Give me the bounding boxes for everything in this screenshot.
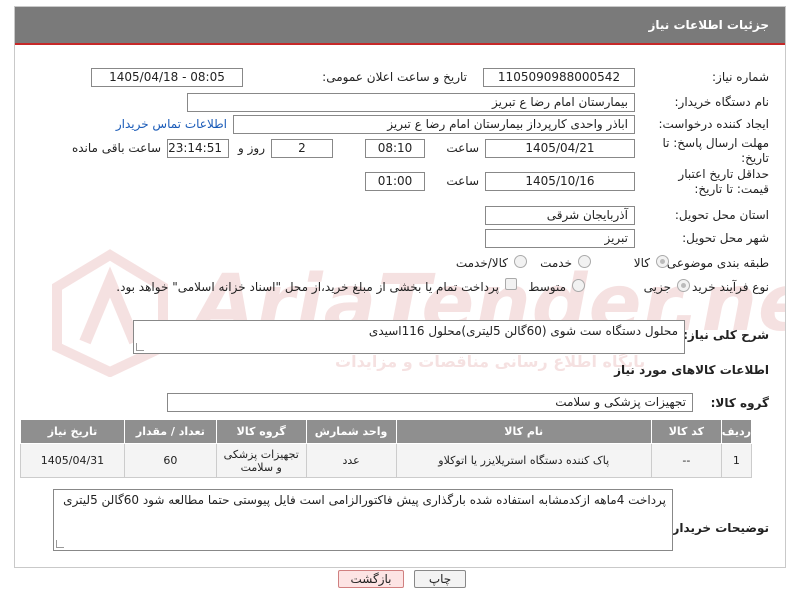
creator-field: اباذر واحدی کارپرداز بیمارستان امام رضا … xyxy=(233,115,635,134)
days-label: روز و xyxy=(238,141,265,155)
process-radio-medium[interactable] xyxy=(572,279,585,292)
cell-code: -- xyxy=(650,443,722,478)
announce-label: تاریخ و ساعت اعلان عمومی: xyxy=(322,70,467,84)
buyer-org-field: بیمارستان امام رضا ع تبریز xyxy=(187,93,635,112)
resize-handle-icon[interactable] xyxy=(56,540,64,548)
buyer-notes-text: پرداخت 4ماهه ازکدمشابه استفاده شده بارگذ… xyxy=(63,493,666,507)
col-code: کد کالا xyxy=(650,419,722,444)
col-date: تاریخ نیاز xyxy=(20,419,125,444)
days-remaining-field: 2 xyxy=(271,139,333,158)
cell-group: تجهیزات پزشکی و سلامت xyxy=(215,443,307,478)
goods-table-header: ردیف کد کالا نام کالا واحد شمارش گروه کا… xyxy=(20,419,753,444)
buyer-contact-link[interactable]: اطلاعات تماس خریدار xyxy=(116,117,227,131)
col-name: نام کالا xyxy=(395,419,652,444)
category-radio-service[interactable] xyxy=(578,255,591,268)
watermark: AriaTender.neT پایگاه اطلاع رسانی مناقصا… xyxy=(35,247,785,387)
treasury-payment-checkbox[interactable] xyxy=(505,278,517,290)
table-row: 1 -- پاک کننده دستگاه استریلایزر یا اتوک… xyxy=(20,443,753,478)
buyer-org-label: نام دستگاه خریدار: xyxy=(674,95,770,109)
summary-field: محلول دستگاه ست شوی (60گالن 5لیتری)محلول… xyxy=(133,320,685,354)
deadline-time-label: ساعت xyxy=(446,141,479,155)
category-radio-goods-service[interactable] xyxy=(514,255,527,268)
remaining-time-field: 23:14:51 xyxy=(167,139,229,158)
need-number-label: شماره نیاز: xyxy=(712,70,769,84)
goods-group-field: تجهیزات پزشکی و سلامت xyxy=(167,393,693,412)
category-radio-goods[interactable] xyxy=(656,255,669,268)
cell-row: 1 xyxy=(720,443,753,478)
process-label: نوع فرآیند خرید : xyxy=(684,280,769,294)
category-label: طبقه بندی موضوعی: xyxy=(662,256,769,270)
cell-name: پاک کننده دستگاه استریلایزر یا اتوکلاو xyxy=(395,443,652,478)
city-label: شهر محل تحویل: xyxy=(682,231,769,245)
watermark-subtext: پایگاه اطلاع رسانی مناقصات و مزایدات xyxy=(335,352,646,371)
goods-info-title: اطلاعات کالاهای مورد نیاز xyxy=(614,363,769,377)
summary-text: محلول دستگاه ست شوی (60گالن 5لیتری)محلول… xyxy=(368,324,678,338)
col-quantity: تعداد / مقدار xyxy=(123,419,217,444)
deadline-date-field: 1405/04/21 xyxy=(485,139,635,158)
remaining-time-label: ساعت باقی مانده xyxy=(71,141,161,155)
back-button[interactable]: بازگشت xyxy=(338,570,404,588)
panel-header: جزئیات اطلاعات نیاز xyxy=(15,7,785,45)
category-option-goods-service: کالا/خدمت xyxy=(455,256,508,270)
col-unit: واحد شمارش xyxy=(305,419,397,444)
watermark-logo-icon xyxy=(52,249,168,377)
goods-table: ردیف کد کالا نام کالا واحد شمارش گروه کا… xyxy=(20,419,753,478)
cell-date: 1405/04/31 xyxy=(20,443,125,478)
col-group: گروه کالا xyxy=(215,419,307,444)
price-validity-time-label: ساعت xyxy=(446,174,479,188)
creator-label: ایجاد کننده درخواست: xyxy=(658,117,769,131)
goods-group-label: گروه کالا: xyxy=(710,396,769,410)
province-label: استان محل تحویل: xyxy=(674,208,769,222)
treasury-payment-note: پرداخت تمام یا بخشی از مبلغ خرید،از محل … xyxy=(116,280,499,294)
category-option-goods: کالا xyxy=(633,256,650,270)
process-radio-minor[interactable] xyxy=(677,279,690,292)
details-panel: جزئیات اطلاعات نیاز AriaTender.neT پایگا… xyxy=(14,6,786,568)
category-option-service: خدمت xyxy=(540,256,572,270)
cell-quantity: 60 xyxy=(123,443,217,478)
deadline-time-field: 08:10 xyxy=(365,139,425,158)
summary-label: شرح کلی نیاز: xyxy=(683,328,769,342)
announce-datetime-field: 1405/04/18 - 08:05 xyxy=(91,68,243,87)
price-validity-date-field: 1405/10/16 xyxy=(485,172,635,191)
price-validity-label: حداقل تاریخ اعتبار قیمت: تا تاریخ: xyxy=(678,167,769,196)
price-validity-time-field: 01:00 xyxy=(365,172,425,191)
deadline-label: مهلت ارسال پاسخ: تا تاریخ: xyxy=(662,136,769,165)
panel-title: جزئیات اطلاعات نیاز xyxy=(648,18,769,32)
buyer-notes-field: پرداخت 4ماهه ازکدمشابه استفاده شده بارگذ… xyxy=(53,489,673,551)
need-number-field: 1105090988000542 xyxy=(483,68,635,87)
city-field: تبریز xyxy=(485,229,635,248)
process-option-medium: متوسط xyxy=(528,280,566,294)
cell-unit: عدد xyxy=(305,443,397,478)
resize-handle-icon[interactable] xyxy=(136,343,144,351)
province-field: آذربایجان شرقی xyxy=(485,206,635,225)
print-button[interactable]: چاپ xyxy=(414,570,466,588)
buyer-notes-label: توضیحات خریدار: xyxy=(667,521,769,535)
process-option-minor: جزیی xyxy=(643,280,671,294)
col-row: ردیف xyxy=(720,419,753,444)
